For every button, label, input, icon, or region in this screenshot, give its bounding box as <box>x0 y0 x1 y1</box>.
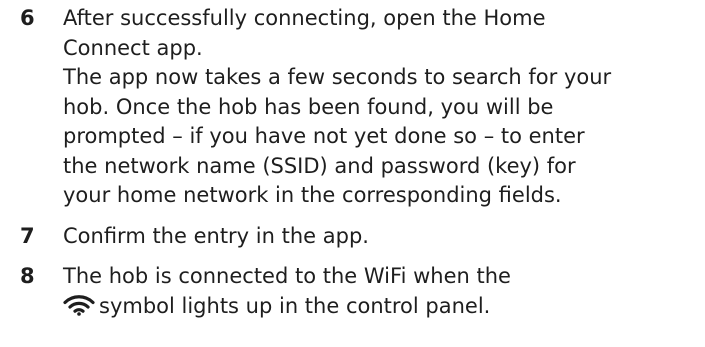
instruction-steps: 6 After successfully connecting, open th… <box>0 4 705 321</box>
step-7: 7 Confirm the entry in the app. <box>0 222 705 252</box>
step-number: 6 <box>20 6 35 30</box>
step-text: After successfully connecting, open the … <box>63 4 705 211</box>
step-line: After successfully connecting, open the … <box>63 6 546 30</box>
step-line-with-icon: symbol lights up in the control panel. <box>63 292 705 322</box>
step-line: the network name (SSID) and password (ke… <box>63 153 576 178</box>
step-line: The app now takes a few seconds to searc… <box>63 65 612 89</box>
step-6: 6 After successfully connecting, open th… <box>0 4 705 211</box>
step-text: Confirm the entry in the app. <box>63 222 705 252</box>
wifi-icon <box>63 294 95 316</box>
step-line: Connect app. <box>63 35 203 60</box>
step-line: prompted – if you have not yet done so –… <box>63 124 585 148</box>
step-line: your home network in the corresponding f… <box>63 183 562 207</box>
step-line: hob. Once the hob has been found, you wi… <box>63 94 554 119</box>
step-number: 7 <box>20 223 35 248</box>
step-number: 8 <box>20 264 35 288</box>
step-line: The hob is connected to the WiFi when th… <box>63 264 511 288</box>
step-8: 8 The hob is connected to the WiFi when … <box>0 262 705 321</box>
step-line-text: symbol lights up in the control panel. <box>99 293 491 318</box>
step-text: The hob is connected to the WiFi when th… <box>63 262 705 321</box>
step-line: Confirm the entry in the app. <box>63 223 369 248</box>
